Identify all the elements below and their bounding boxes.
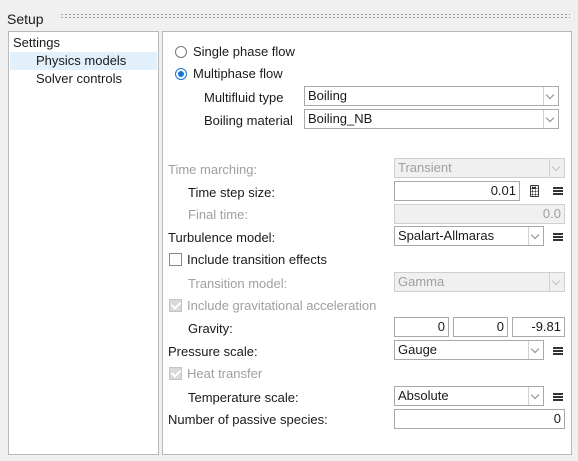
multiphase-label[interactable]: Multiphase flow (193, 66, 283, 81)
single-phase-label[interactable]: Single phase flow (193, 44, 295, 59)
final-time-value: 0.0 (542, 206, 561, 221)
heat-transfer-checkbox (169, 367, 182, 380)
window-title: Setup (7, 11, 44, 27)
gravity-z-value: -9.81 (531, 319, 561, 334)
menu-icon[interactable] (553, 393, 563, 401)
pressure-scale-select[interactable]: Gauge (394, 340, 544, 360)
calculator-icon[interactable] (530, 185, 539, 197)
passive-species-value: 0 (553, 411, 561, 426)
temperature-scale-label: Temperature scale: (188, 390, 299, 405)
title-bar[interactable]: Setup (0, 0, 578, 30)
chevron-down-icon (549, 159, 564, 177)
chevron-down-icon (549, 273, 564, 291)
tree-header[interactable]: Settings (13, 35, 60, 50)
pressure-scale-label: Pressure scale: (168, 344, 258, 359)
boiling-material-value: Boiling_NB (308, 111, 373, 126)
gravity-z-input[interactable]: -9.81 (512, 317, 565, 337)
time-step-label: Time step size: (188, 185, 275, 200)
transition-model-label: Transition model: (188, 276, 288, 291)
chevron-down-icon[interactable] (543, 110, 558, 128)
time-step-input[interactable]: 0.01 (394, 181, 520, 201)
chevron-down-icon[interactable] (528, 341, 543, 359)
transition-effects-label[interactable]: Include transition effects (187, 252, 327, 267)
time-marching-value: Transient (398, 160, 452, 175)
final-time-label: Final time: (188, 207, 248, 222)
multifluid-type-select[interactable]: Boiling (304, 86, 559, 106)
time-marching-label: Time marching: (168, 162, 258, 177)
setup-panel: Setup Settings Physics models Solver con… (0, 0, 578, 461)
gravity-y-input[interactable]: 0 (453, 317, 508, 337)
chevron-down-icon[interactable] (528, 227, 543, 245)
settings-tree: Settings Physics models Solver controls (8, 31, 159, 455)
pressure-scale-value: Gauge (398, 342, 438, 357)
chevron-down-icon[interactable] (543, 87, 558, 105)
boiling-material-select[interactable]: Boiling_NB (304, 109, 559, 129)
turbulence-model-value: Spalart-Allmaras (398, 228, 495, 243)
passive-species-label: Number of passive species: (168, 412, 328, 427)
gravity-y-value: 0 (496, 319, 504, 334)
tree-item-label: Physics models (36, 53, 127, 68)
gravity-x-value: 0 (437, 319, 445, 334)
turbulence-model-label: Turbulence model: (168, 230, 276, 245)
tree-item-physics-models[interactable]: Physics models (10, 52, 157, 70)
boiling-material-label: Boiling material (204, 113, 293, 128)
tree-item-solver-controls[interactable]: Solver controls (10, 70, 157, 88)
time-marching-select[interactable]: Transient (394, 158, 565, 178)
multifluid-type-value: Boiling (308, 88, 348, 103)
heat-transfer-label: Heat transfer (187, 366, 263, 381)
final-time-input: 0.0 (394, 204, 565, 224)
transition-effects-checkbox[interactable] (169, 253, 182, 266)
drag-grip[interactable] (60, 13, 570, 19)
gravity-label: Gravity: (188, 321, 233, 336)
gravity-x-input[interactable]: 0 (394, 317, 449, 337)
menu-icon[interactable] (553, 347, 563, 355)
temperature-scale-value: Absolute (398, 388, 449, 403)
menu-icon[interactable] (553, 233, 563, 241)
multifluid-type-label: Multifluid type (204, 90, 284, 105)
multiphase-radio[interactable] (175, 68, 187, 80)
transition-model-value: Gamma (398, 274, 445, 289)
turbulence-model-select[interactable]: Spalart-Allmaras (394, 226, 544, 246)
gravity-checkbox (169, 299, 182, 312)
temperature-scale-select[interactable]: Absolute (394, 386, 544, 406)
physics-models-pane: Single phase flow Multiphase flow Multif… (162, 31, 572, 455)
gravity-check-label: Include gravitational acceleration (187, 298, 377, 313)
time-step-value: 0.01 (490, 183, 516, 198)
single-phase-radio[interactable] (175, 46, 187, 58)
tree-item-label: Solver controls (36, 71, 122, 86)
chevron-down-icon[interactable] (528, 387, 543, 405)
menu-icon[interactable] (553, 187, 563, 195)
transition-model-select: Gamma (394, 272, 565, 292)
passive-species-input[interactable]: 0 (394, 409, 565, 429)
